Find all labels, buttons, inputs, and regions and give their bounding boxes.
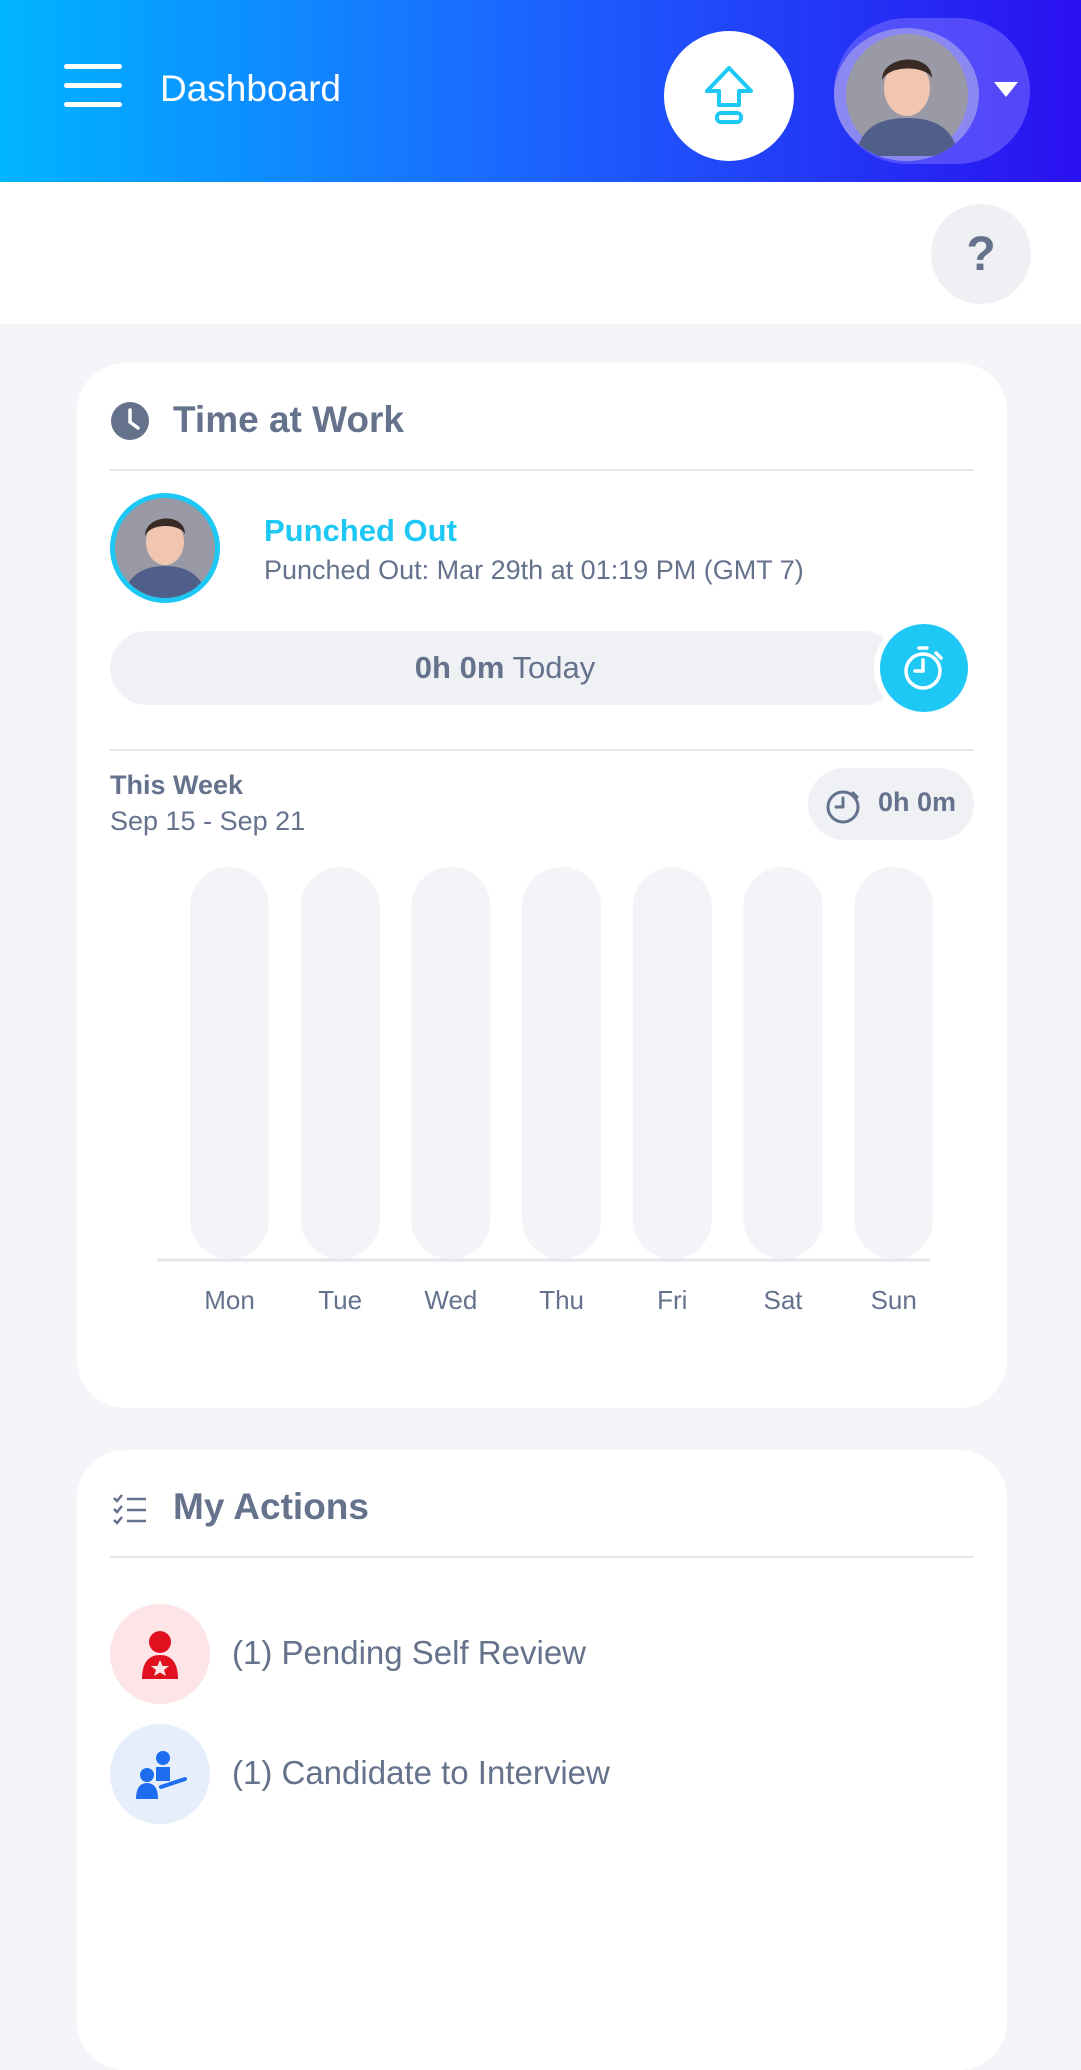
bar-track-mon	[190, 867, 269, 1259]
card-title: My Actions	[173, 1486, 369, 1527]
profile-menu-button[interactable]	[834, 18, 1030, 164]
card-header: Time at Work	[110, 363, 974, 471]
hamburger-menu-icon[interactable]	[64, 62, 122, 110]
upgrade-button[interactable]	[664, 31, 794, 161]
stopwatch-icon	[904, 646, 943, 690]
x-tick-label: Sat	[763, 1285, 803, 1315]
time-at-work-card: Time at Work Punched Out Punched Out: Ma…	[77, 363, 1007, 1408]
avatar	[110, 493, 220, 603]
punch-status-row: Punched Out Punched Out: Mar 29th at 01:…	[110, 493, 974, 603]
x-tick-label: Fri	[657, 1285, 687, 1315]
punch-status: Punched Out	[264, 513, 457, 548]
stopwatch-icon	[826, 790, 860, 824]
today-total: 0h 0m Today	[110, 631, 900, 705]
checklist-icon	[113, 1494, 146, 1525]
x-tick-label: Wed	[424, 1285, 477, 1315]
bar-track-fri	[632, 867, 712, 1259]
action-label: (1) Pending Self Review	[232, 1634, 587, 1671]
card-header: My Actions	[110, 1450, 974, 1558]
week-label: This Week	[110, 770, 244, 800]
week-total-badge: 0h 0m	[808, 768, 974, 840]
punch-timer-button[interactable]	[874, 618, 974, 718]
interview-icon	[136, 1751, 187, 1799]
x-tick-label: Thu	[539, 1285, 584, 1315]
week-total: 0h 0m	[878, 787, 957, 817]
bar-track-wed	[411, 867, 491, 1259]
action-label: (1) Candidate to Interview	[232, 1754, 610, 1791]
action-candidate-interview[interactable]: (1) Candidate to Interview	[110, 1724, 974, 1824]
punch-status-detail: Punched Out: Mar 29th at 01:19 PM (GMT 7…	[264, 555, 804, 585]
bar-track-tue	[300, 867, 380, 1259]
help-button[interactable]: ?	[931, 204, 1031, 304]
interview-icon-badge	[110, 1724, 210, 1824]
self-review-icon	[142, 1631, 178, 1679]
x-tick-label: Mon	[204, 1285, 255, 1315]
bar-track-sun	[854, 867, 934, 1259]
page-title: Dashboard	[160, 68, 342, 109]
divider	[110, 749, 974, 751]
weekly-hours-chart: Mon Tue Wed Thu Fri Sat Sun	[110, 863, 974, 1323]
weekly-hours-chart-svg: Mon Tue Wed Thu Fri Sat Sun	[157, 867, 934, 1315]
card-title: Time at Work	[173, 399, 404, 440]
x-tick-label: Tue	[318, 1285, 362, 1315]
today-label: Today	[512, 650, 596, 685]
action-pending-self-review[interactable]: (1) Pending Self Review	[110, 1604, 974, 1704]
my-actions-card: My Actions (1) Pending Self Review (1) C…	[77, 1450, 1007, 2070]
clock-icon	[111, 402, 149, 440]
self-review-icon-badge	[110, 1604, 210, 1704]
bar-track-thu	[522, 867, 602, 1259]
today-value: 0h 0m	[414, 650, 505, 685]
avatar	[834, 28, 979, 161]
x-tick-label: Sun	[871, 1285, 917, 1315]
week-range: Sep 15 - Sep 21	[110, 806, 306, 836]
caret-down-icon	[994, 82, 1018, 97]
top-bar: Dashboard	[0, 0, 1081, 182]
bar-track-sat	[743, 867, 823, 1259]
upload-arrow-icon	[705, 66, 753, 124]
sub-bar: ?	[0, 182, 1081, 324]
